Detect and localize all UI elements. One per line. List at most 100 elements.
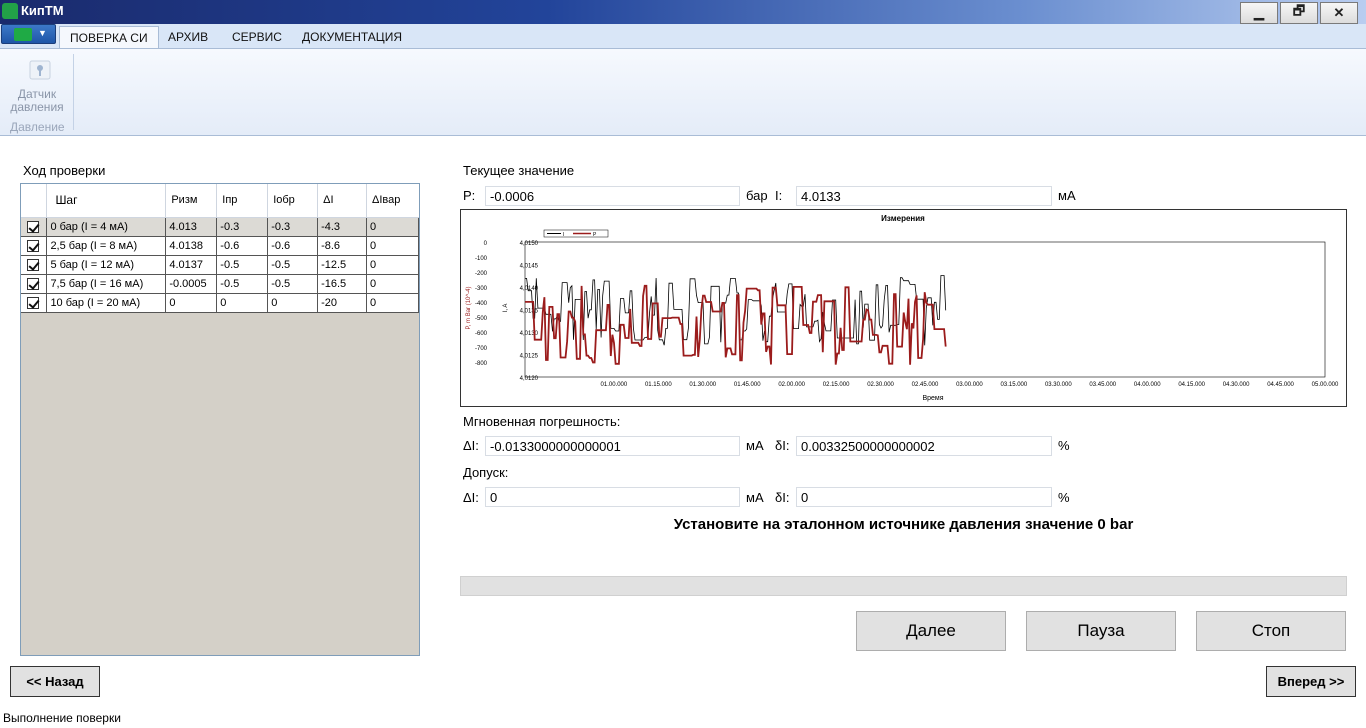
table-row[interactable]: 10 бар (I = 20 мА) 0 0 0 -20 0: [21, 293, 419, 313]
tab-service[interactable]: СЕРВИС: [222, 26, 292, 48]
error-di-field[interactable]: [485, 436, 740, 456]
tolerance-di-label: ΔI:: [463, 490, 479, 505]
cell-di[interactable]: -16.5: [317, 274, 368, 294]
y-tick-label-i: 4,0135: [520, 309, 539, 315]
next-button[interactable]: Далее: [856, 611, 1006, 651]
cell-divar[interactable]: 0: [366, 236, 419, 256]
tab-poverka-si[interactable]: ПОВЕРКА СИ: [59, 26, 159, 48]
cell-divar[interactable]: 0: [366, 274, 419, 294]
x-tick-label: 03.15.000: [1001, 382, 1028, 388]
x-tick-label: 01.45.000: [734, 382, 761, 388]
cell-step[interactable]: 10 бар (I = 20 мА): [46, 293, 167, 313]
cell-divar[interactable]: 0: [366, 217, 419, 237]
row-checkbox[interactable]: [27, 296, 40, 309]
close-button[interactable]: ✕: [1320, 2, 1358, 24]
error-title: Мгновенная погрешность:: [463, 414, 621, 429]
cell-ipr[interactable]: -0.3: [216, 217, 269, 237]
restore-button[interactable]: 🗗: [1280, 2, 1318, 24]
column-header-ipr[interactable]: Iпр: [216, 184, 269, 218]
steps-table: Шаг Ризм Iпр Iобр ΔI ΔIвар 0 бар (I = 4 …: [21, 184, 419, 313]
tolerance-dl-field[interactable]: [796, 487, 1052, 507]
row-checkbox[interactable]: [27, 239, 40, 252]
pause-button[interactable]: Пауза: [1026, 611, 1176, 651]
chart-plot-area: 0 -100 -200 -300 -400 -500 -600 -700 -800 4,0150 4…: [475, 229, 1339, 388]
tab-documentation[interactable]: ДОКУМЕНТАЦИЯ: [292, 26, 412, 48]
row-checkbox[interactable]: [27, 220, 40, 233]
column-header-di[interactable]: ΔI: [317, 184, 368, 218]
x-tick-label: 02.15.000: [823, 382, 850, 388]
cell-ipr[interactable]: 0: [216, 293, 269, 313]
row-checkbox[interactable]: [27, 277, 40, 290]
chart-x-axis-label: Время: [922, 395, 943, 402]
tolerance-di-field[interactable]: [485, 487, 740, 507]
row-checkbox-cell: [21, 293, 48, 313]
cell-p[interactable]: 4.0138: [165, 236, 218, 256]
table-row[interactable]: 0 бар (I = 4 мА) 4.013 -0.3 -0.3 -4.3 0: [21, 217, 419, 237]
legend-label-i: I: [563, 232, 564, 238]
cell-p[interactable]: -0.0005: [165, 274, 218, 294]
error-dl-field[interactable]: [796, 436, 1052, 456]
cell-ipr[interactable]: -0.5: [216, 255, 269, 275]
cell-divar[interactable]: 0: [366, 293, 419, 313]
table-row[interactable]: 5 бар (I = 12 мА) 4.0137 -0.5 -0.5 -12.5 0: [21, 255, 419, 275]
cell-di[interactable]: -4.3: [317, 217, 368, 237]
table-row[interactable]: 7,5 бар (I = 16 мА) -0.0005 -0.5 -0.5 -16.5 0: [21, 274, 419, 294]
tolerance-title: Допуск:: [463, 465, 509, 480]
y-tick-label-i: 4,0130: [520, 331, 539, 337]
x-tick-label: 01.30.000: [689, 382, 716, 388]
i-value-field[interactable]: [796, 186, 1052, 206]
column-header-step[interactable]: Шаг: [46, 184, 167, 218]
status-bar: [0, 706, 1366, 728]
y-tick-label-p: -600: [475, 331, 488, 337]
chevron-down-icon: ▼: [38, 28, 47, 38]
cell-iobr[interactable]: -0.6: [267, 236, 319, 256]
y-tick-label-p: -500: [475, 316, 488, 322]
x-tick-label: 04.15.000: [1178, 382, 1205, 388]
cell-step[interactable]: 2,5 бар (I = 8 мА): [46, 236, 167, 256]
cell-iobr[interactable]: -0.3: [267, 217, 319, 237]
x-tick-label: 04.30.000: [1223, 382, 1250, 388]
x-tick-label: 03.45.000: [1089, 382, 1116, 388]
column-header-divar[interactable]: ΔIвар: [366, 184, 419, 218]
pressure-sensor-button[interactable]: Датчик давления: [6, 54, 68, 124]
status-text: Выполнение поверки: [3, 711, 121, 725]
error-dl-unit: %: [1058, 438, 1070, 453]
cell-ipr[interactable]: -0.5: [216, 274, 269, 294]
stop-button[interactable]: Стоп: [1196, 611, 1346, 651]
chart-y-axis-label-i: I, A: [503, 304, 509, 313]
cell-di[interactable]: -20: [317, 293, 368, 313]
ribbon-panel: [0, 48, 1366, 136]
cell-p[interactable]: 4.013: [165, 217, 218, 237]
app-menu-button[interactable]: ▼: [1, 24, 56, 44]
table-row[interactable]: 2,5 бар (I = 8 мА) 4.0138 -0.6 -0.6 -8.6 0: [21, 236, 419, 256]
cell-step[interactable]: 7,5 бар (I = 16 мА): [46, 274, 167, 294]
ribbon-group-label: Давление: [10, 120, 65, 134]
cell-p[interactable]: 4.0137: [165, 255, 218, 275]
cell-divar[interactable]: 0: [366, 255, 419, 275]
cell-iobr[interactable]: -0.5: [267, 255, 319, 275]
y-tick-label-i: 4,0120: [520, 376, 539, 382]
back-button[interactable]: << Назад: [10, 666, 100, 697]
cell-p[interactable]: 0: [165, 293, 218, 313]
y-tick-label-i: 4,0150: [520, 241, 539, 247]
column-header-iobr[interactable]: Iобр: [267, 184, 319, 218]
cell-iobr[interactable]: -0.5: [267, 274, 319, 294]
cell-ipr[interactable]: -0.6: [216, 236, 269, 256]
column-header-p[interactable]: Ризм: [165, 184, 218, 218]
cell-step[interactable]: 5 бар (I = 12 мА): [46, 255, 167, 275]
minimize-button[interactable]: ▁: [1240, 2, 1278, 24]
x-tick-label: 04.45.000: [1267, 382, 1294, 388]
p-unit-label: бар: [746, 188, 768, 203]
y-tick-label-p: -200: [475, 271, 488, 277]
cell-iobr[interactable]: 0: [267, 293, 319, 313]
cell-di[interactable]: -8.6: [317, 236, 368, 256]
steps-grid[interactable]: Шаг Ризм Iпр Iобр ΔI ΔIвар 0 бар (I = 4 …: [20, 183, 420, 656]
row-checkbox[interactable]: [27, 258, 40, 271]
forward-button[interactable]: Вперед >>: [1266, 666, 1356, 697]
cell-di[interactable]: -12.5: [317, 255, 368, 275]
tab-archive[interactable]: АРХИВ: [158, 26, 218, 48]
cell-step[interactable]: 0 бар (I = 4 мА): [46, 217, 167, 237]
chart-y-axis-label-p: P, m Bar (10^-4): [466, 286, 472, 329]
p-value-field[interactable]: [485, 186, 740, 206]
y-tick-label-p: -400: [475, 301, 488, 307]
